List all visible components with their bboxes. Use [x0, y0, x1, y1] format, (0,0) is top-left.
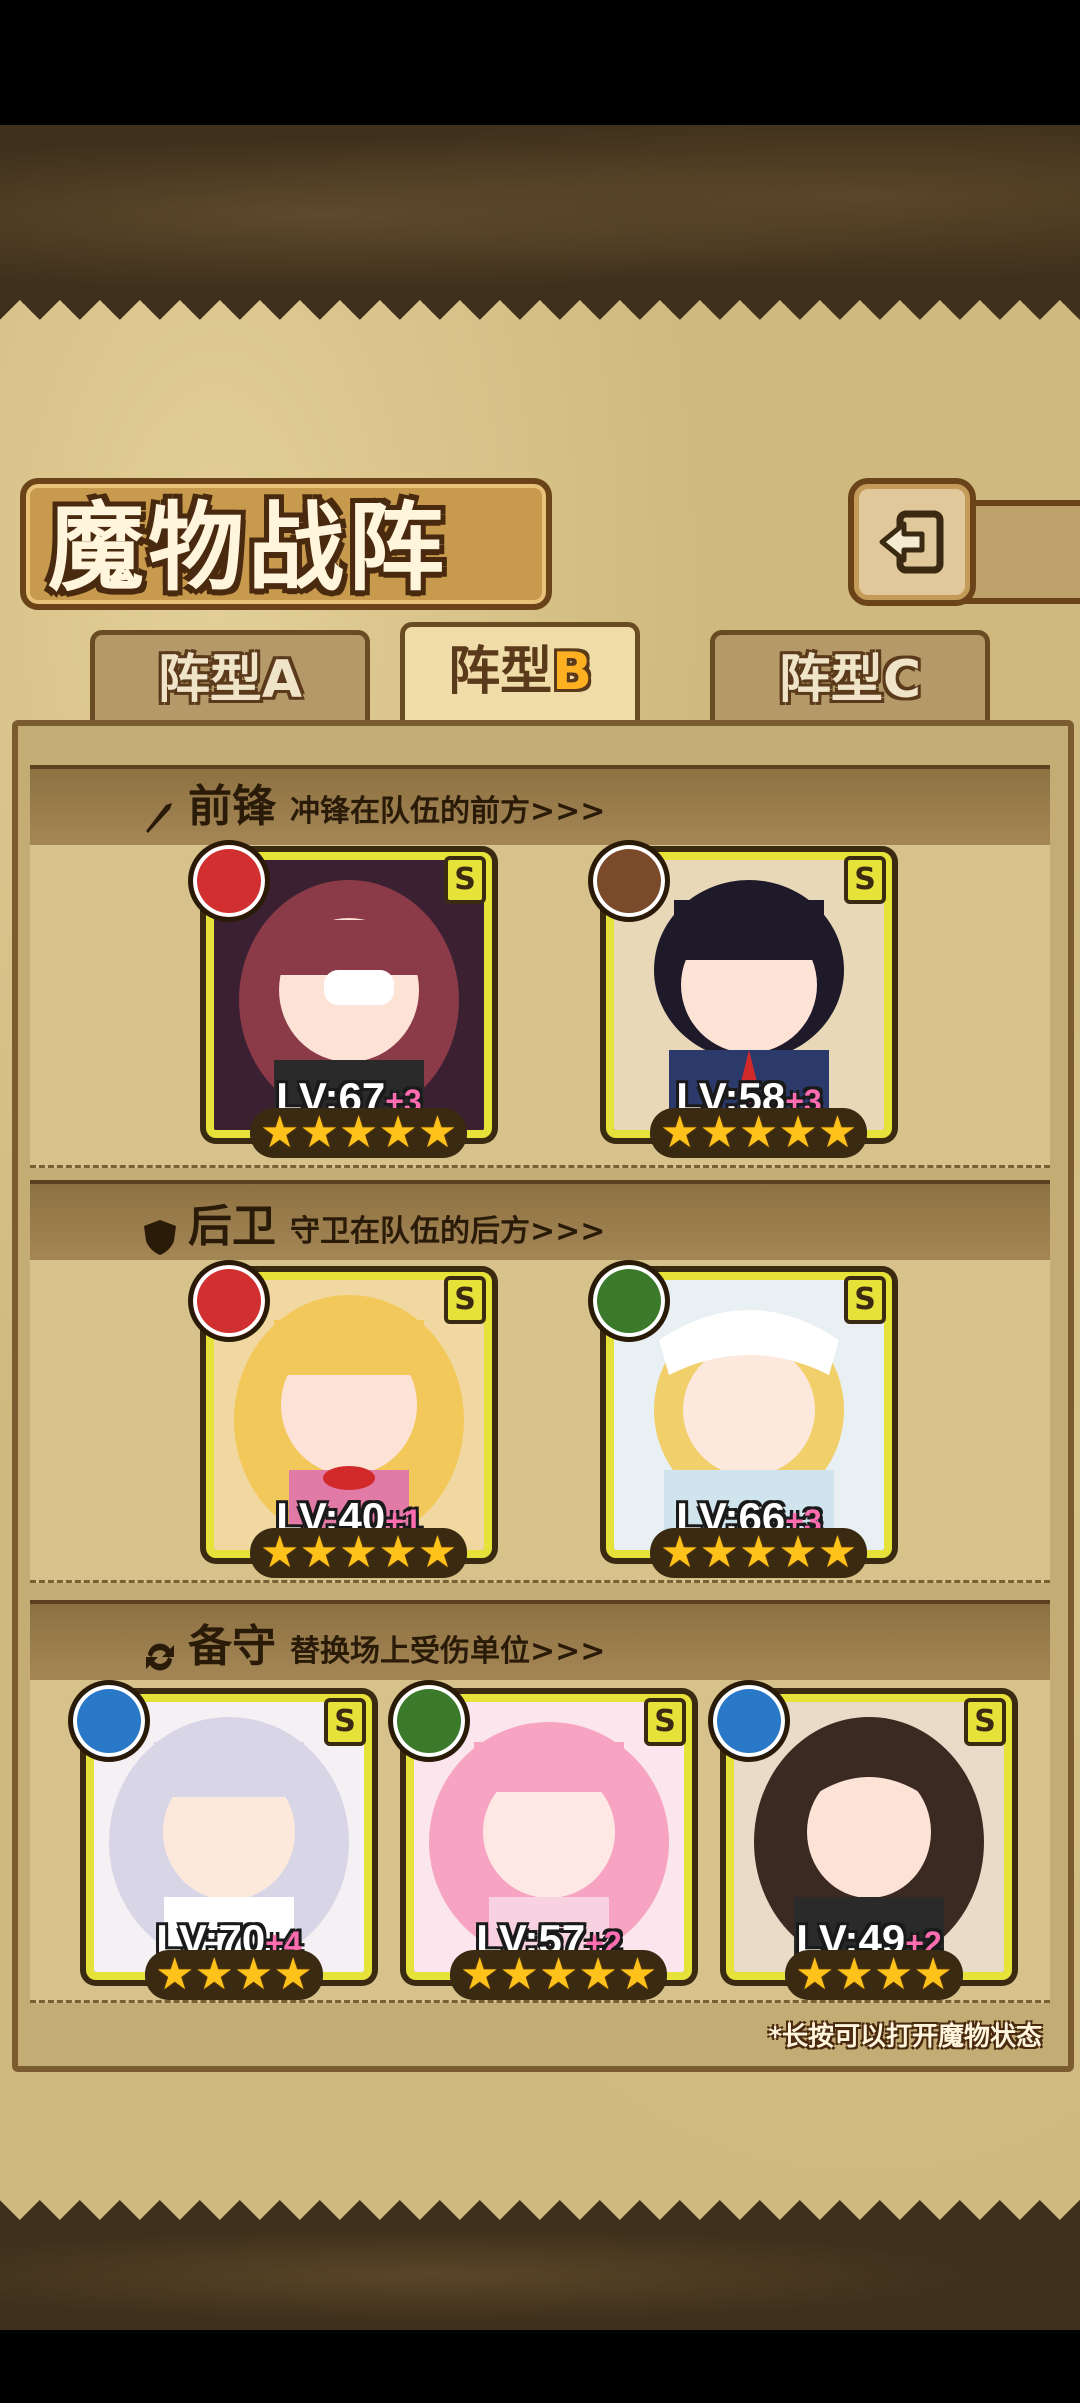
- rank-badge: S: [964, 1698, 1006, 1746]
- rank-badge: S: [844, 1276, 886, 1324]
- water-icon: [68, 1680, 150, 1762]
- star-rating: ★★★★★: [450, 1950, 668, 2000]
- tab-formation-a[interactable]: 阵型A: [90, 630, 370, 725]
- shield-icon: [144, 1219, 176, 1255]
- map-background-top: [0, 125, 1080, 305]
- sword-icon: [146, 802, 172, 833]
- swap-icon: [146, 1643, 174, 1670]
- tab-formation-b[interactable]: 阵型B: [400, 622, 640, 731]
- tab-letter: C: [882, 650, 922, 710]
- star-rating: ★★★★★: [250, 1108, 468, 1158]
- section-description: 守卫在队伍的后方>>>: [290, 1214, 606, 1249]
- rank-badge: S: [444, 1276, 486, 1324]
- front-row: [30, 845, 1050, 1168]
- star-rating: ★★★★★: [650, 1528, 868, 1578]
- tab-label: 阵型: [448, 642, 553, 702]
- rank-badge: S: [324, 1698, 366, 1746]
- section-title: 前锋: [188, 781, 276, 832]
- section-description: 替换场上受伤单位>>>: [290, 1634, 606, 1669]
- section-header-front: 前锋 冲锋在队伍的前方>>>: [140, 770, 605, 837]
- page-title: 魔物战阵: [48, 491, 448, 604]
- section-header-rear: 后卫 守卫在队伍的后方>>>: [140, 1190, 605, 1257]
- rank-badge: S: [644, 1698, 686, 1746]
- tab-label: 阵型: [157, 650, 262, 710]
- fire-icon: [188, 840, 270, 922]
- back-button[interactable]: [848, 478, 976, 606]
- rank-badge: S: [444, 856, 486, 904]
- star-rating: ★★★★★: [250, 1528, 468, 1578]
- earth-icon: [588, 840, 670, 922]
- rank-badge: S: [844, 856, 886, 904]
- panel-edge-bottom: [0, 2180, 1080, 2220]
- back-button-rail: [964, 500, 1080, 604]
- section-header-reserve: 备守 替换场上受伤单位>>>: [140, 1610, 605, 1677]
- status-bar: [0, 0, 1080, 125]
- panel-edge-top: [0, 300, 1080, 340]
- star-rating: ★★★★★: [650, 1108, 868, 1158]
- tab-formation-c[interactable]: 阵型C: [710, 630, 990, 725]
- leaf-icon: [588, 1260, 670, 1342]
- map-background-bottom: [0, 2220, 1080, 2330]
- tab-label: 阵型: [778, 650, 883, 710]
- hint-text: *长按可以打开魔物状态: [768, 2022, 1042, 2052]
- back-arrow-icon: [879, 510, 944, 574]
- navigation-bar: [0, 2330, 1080, 2403]
- water-icon: [708, 1680, 790, 1762]
- rear-row: [30, 1260, 1050, 1583]
- section-title: 后卫: [188, 1201, 276, 1252]
- section-description: 冲锋在队伍的前方>>>: [290, 794, 606, 829]
- fire-icon: [188, 1260, 270, 1342]
- star-rating: ★★★★: [785, 1950, 963, 2000]
- leaf-icon: [388, 1680, 470, 1762]
- section-title: 备守: [188, 1621, 276, 1672]
- tab-letter: B: [552, 642, 592, 702]
- tab-letter: A: [261, 650, 303, 710]
- star-rating: ★★★★: [145, 1950, 323, 2000]
